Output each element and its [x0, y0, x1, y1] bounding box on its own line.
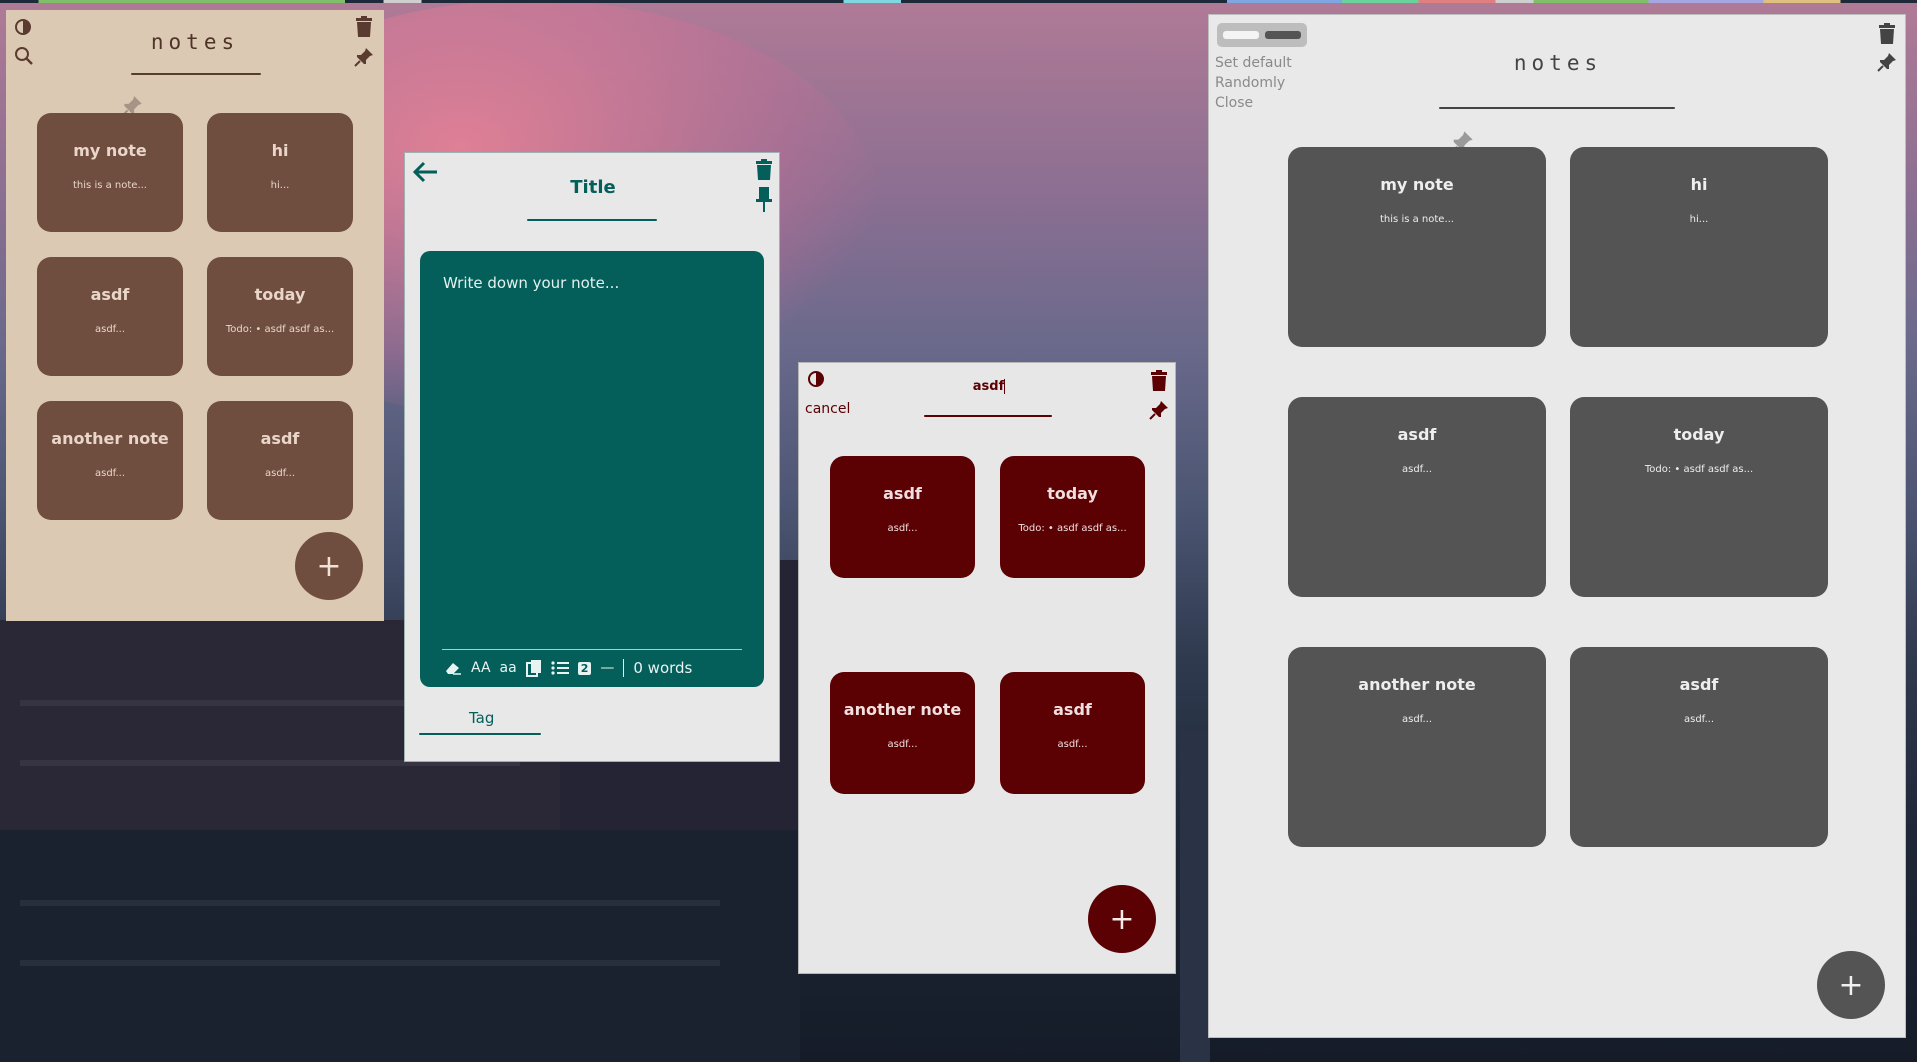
note-title: asdf — [883, 484, 922, 503]
note-preview: hi... — [270, 180, 290, 191]
note-card[interactable]: today Todo: • asdf asdf as... — [1000, 456, 1145, 578]
menu-item-close[interactable]: Close — [1215, 93, 1292, 113]
numbered-list-button[interactable]: 2 — [577, 661, 592, 675]
notes-search-window[interactable]: cancel asdf asdf asdf... today Todo: • a… — [798, 362, 1176, 974]
note-title: asdf — [1679, 675, 1719, 694]
note-card[interactable]: asdf asdf... — [830, 456, 975, 578]
format-toolbar: AA aa 2 — 0 words — [444, 656, 692, 680]
note-text-area[interactable]: Write down your note... AA aa 2 — 0 word… — [420, 251, 764, 687]
note-preview: asdf... — [94, 324, 125, 335]
note-title: my note — [1380, 175, 1454, 194]
note-preview: asdf... — [887, 739, 918, 750]
note-preview: hi... — [1689, 214, 1709, 225]
note-title: hi — [1690, 175, 1708, 194]
note-card[interactable]: my note this is a note... — [1288, 147, 1546, 347]
note-card[interactable]: today Todo: • asdf asdf as... — [207, 257, 353, 376]
note-title: another note — [1358, 675, 1476, 694]
note-preview: asdf... — [1401, 714, 1432, 725]
search-underline — [924, 415, 1052, 417]
note-preview: this is a note... — [73, 180, 147, 191]
note-preview: this is a note... — [1380, 214, 1454, 225]
note-title: asdf — [260, 429, 300, 448]
trash-icon[interactable] — [755, 159, 773, 181]
note-title: today — [1673, 425, 1725, 444]
theme-toggle[interactable] — [1217, 23, 1307, 47]
note-preview: Todo: • asdf asdf as... — [1018, 523, 1127, 534]
note-card[interactable]: today Todo: • asdf asdf as... — [1570, 397, 1828, 597]
theme-toggle-left[interactable] — [1223, 31, 1259, 39]
note-preview: asdf... — [1057, 739, 1088, 750]
search-input[interactable]: asdf — [924, 379, 1054, 394]
lowercase-button[interactable]: aa — [500, 660, 517, 676]
note-card[interactable]: asdf asdf... — [1288, 397, 1546, 597]
note-card[interactable]: asdf asdf... — [1000, 672, 1145, 794]
note-title: another note — [843, 700, 962, 719]
horizontal-rule-button[interactable]: — — [600, 660, 614, 676]
theme-toggle-right[interactable] — [1265, 31, 1301, 39]
tag-underline — [419, 733, 541, 735]
copy-icon[interactable] — [525, 659, 542, 677]
text-cursor — [1004, 379, 1006, 394]
trash-icon[interactable] — [1878, 23, 1896, 45]
trash-icon[interactable] — [1150, 370, 1168, 392]
note-preview: asdf... — [887, 523, 918, 534]
title-underline — [1439, 107, 1675, 109]
note-title: today — [254, 285, 306, 304]
note-preview: asdf... — [1683, 714, 1714, 725]
note-card[interactable]: another note asdf... — [830, 672, 975, 794]
bullet-list-icon[interactable] — [551, 660, 569, 676]
add-note-button[interactable]: + — [1817, 951, 1885, 1019]
word-count: 0 words — [633, 659, 693, 677]
note-card[interactable]: asdf asdf... — [207, 401, 353, 520]
note-title: today — [1047, 484, 1098, 503]
top-panel-strip — [0, 0, 1917, 3]
note-card[interactable]: another note asdf... — [37, 401, 183, 520]
plus-icon: + — [316, 548, 342, 584]
note-card[interactable]: my note this is a note... — [37, 113, 183, 232]
title-underline — [131, 73, 261, 75]
title-field[interactable]: Title — [405, 177, 779, 198]
toolbar-divider — [442, 649, 742, 650]
note-preview: Todo: • asdf asdf as... — [1644, 464, 1754, 475]
cancel-search-button[interactable]: cancel — [805, 401, 850, 417]
menu-item-randomly[interactable]: Randomly — [1215, 73, 1292, 93]
app-title: notes — [1513, 51, 1603, 75]
add-note-button[interactable]: + — [1088, 885, 1156, 953]
note-preview: asdf... — [264, 468, 295, 479]
add-note-button[interactable]: + — [295, 532, 363, 600]
note-card[interactable]: hi hi... — [207, 113, 353, 232]
eraser-icon[interactable] — [444, 660, 462, 676]
uppercase-button[interactable]: AA — [471, 660, 491, 676]
toolbar-separator — [623, 659, 625, 677]
note-card[interactable]: another note asdf... — [1288, 647, 1546, 847]
note-title: another note — [51, 429, 169, 448]
note-card[interactable]: asdf asdf... — [37, 257, 183, 376]
note-title: asdf — [1397, 425, 1437, 444]
notes-window-tan[interactable]: notes my note this is a note... hi hi...… — [6, 10, 384, 621]
pin-icon[interactable] — [353, 46, 375, 68]
trash-icon[interactable] — [355, 16, 373, 38]
note-preview: asdf... — [94, 468, 125, 479]
note-preview: Todo: • asdf asdf as... — [225, 324, 335, 335]
app-title: notes — [150, 30, 240, 54]
pin-icon[interactable] — [1148, 399, 1170, 421]
pin-icon[interactable] — [756, 187, 772, 213]
note-editor-window[interactable]: Title Write down your note... AA aa 2 — … — [404, 152, 780, 762]
notes-window-gray[interactable]: Set default Randomly Close notes my note… — [1208, 14, 1906, 1038]
note-title: hi — [271, 141, 289, 160]
note-placeholder: Write down your note... — [443, 274, 620, 292]
plus-icon: + — [1109, 901, 1135, 937]
title-underline — [527, 219, 657, 221]
contrast-icon[interactable] — [807, 370, 825, 388]
note-preview: asdf... — [1401, 464, 1432, 475]
note-title: my note — [73, 141, 147, 160]
pin-icon[interactable] — [1876, 51, 1898, 73]
note-card[interactable]: hi hi... — [1570, 147, 1828, 347]
note-card[interactable]: asdf asdf... — [1570, 647, 1828, 847]
search-query: asdf — [972, 379, 1005, 394]
plus-icon: + — [1838, 967, 1864, 1003]
note-title: asdf — [1053, 700, 1092, 719]
note-title: asdf — [90, 285, 130, 304]
tag-field[interactable]: Tag — [469, 709, 494, 727]
